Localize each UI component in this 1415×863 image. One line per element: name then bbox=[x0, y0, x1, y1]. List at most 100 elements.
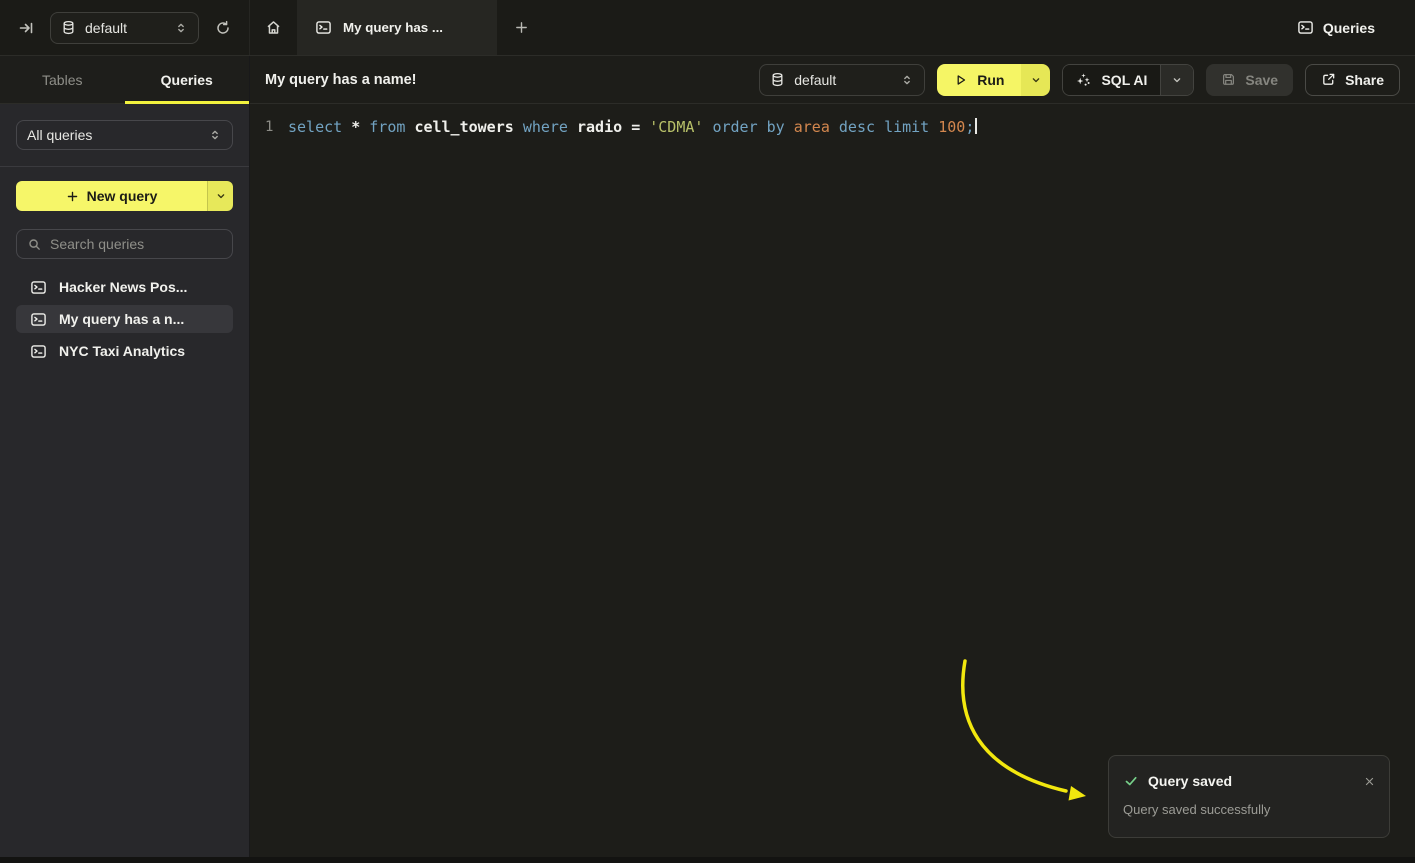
chevron-down-icon bbox=[1030, 74, 1042, 86]
query-list-item[interactable]: Hacker News Pos... bbox=[16, 273, 233, 301]
console-icon bbox=[315, 19, 332, 36]
sql-ai-button[interactable]: SQL AI bbox=[1063, 65, 1160, 95]
close-icon bbox=[1364, 776, 1375, 787]
share-button-label: Share bbox=[1345, 72, 1384, 88]
database-selector[interactable]: default bbox=[50, 12, 199, 44]
toast-title: Query saved bbox=[1148, 773, 1232, 789]
window-bottom-edge bbox=[0, 857, 1415, 863]
sql-token: select bbox=[288, 118, 351, 136]
home-icon bbox=[265, 19, 282, 36]
play-icon bbox=[954, 73, 968, 87]
sql-token: 'CDMA' bbox=[649, 118, 712, 136]
code-line: 1 select * from cell_towers where radio … bbox=[250, 104, 1415, 137]
sql-ai-dropdown-button[interactable] bbox=[1160, 65, 1193, 95]
query-list-item[interactable]: NYC Taxi Analytics bbox=[16, 337, 233, 365]
search-queries-input[interactable] bbox=[50, 236, 231, 252]
console-icon bbox=[30, 279, 47, 296]
new-query-dropdown-button[interactable] bbox=[207, 181, 233, 211]
top-bar: default My query has .. bbox=[0, 0, 1415, 56]
sql-ai-label: SQL AI bbox=[1101, 72, 1147, 88]
plus-icon bbox=[66, 190, 79, 203]
editor-header: My query has a name! default bbox=[250, 56, 1415, 104]
tab-my-query[interactable]: My query has ... bbox=[297, 0, 497, 55]
sparkles-icon bbox=[1076, 72, 1092, 88]
database-selector-value: default bbox=[794, 72, 836, 88]
sql-token: radio bbox=[577, 118, 631, 136]
chevron-down-icon bbox=[215, 190, 227, 202]
sql-token: = bbox=[631, 118, 649, 136]
line-number: 1 bbox=[265, 117, 288, 137]
refresh-icon bbox=[215, 20, 231, 36]
run-dropdown-button[interactable] bbox=[1021, 64, 1050, 96]
sql-token: ; bbox=[965, 118, 974, 136]
share-button[interactable]: Share bbox=[1305, 64, 1400, 96]
run-split-button: Run bbox=[937, 64, 1050, 96]
sql-editor[interactable]: 1 select * from cell_towers where radio … bbox=[250, 104, 1415, 863]
main-panel: My query has a name! default bbox=[250, 56, 1415, 863]
floppy-icon bbox=[1221, 72, 1236, 87]
check-icon bbox=[1123, 773, 1139, 789]
refresh-button[interactable] bbox=[209, 14, 237, 42]
sidebar-body: All queries New query bbox=[0, 104, 249, 365]
tab-strip: My query has ... bbox=[250, 0, 1297, 55]
console-icon bbox=[30, 311, 47, 328]
sql-token: from bbox=[369, 118, 414, 136]
toast-message: Query saved successfully bbox=[1123, 802, 1375, 817]
query-list: Hacker News Pos... My query has a n... N… bbox=[16, 273, 233, 365]
save-button[interactable]: Save bbox=[1206, 64, 1293, 96]
run-button-label: Run bbox=[977, 72, 1004, 88]
top-bar-left: default bbox=[0, 0, 250, 55]
body: Tables Queries All queries bbox=[0, 56, 1415, 863]
sql-token: desc bbox=[839, 118, 884, 136]
tab-queries-label: Queries bbox=[161, 72, 213, 88]
queries-indicator[interactable]: Queries bbox=[1297, 0, 1415, 55]
query-title: My query has a name! bbox=[265, 72, 417, 88]
collapse-sidebar-icon bbox=[18, 20, 34, 36]
chevron-up-down-icon bbox=[208, 128, 222, 142]
sql-token: by bbox=[767, 118, 794, 136]
query-filter-select[interactable]: All queries bbox=[16, 120, 233, 150]
new-query-split-button: New query bbox=[16, 181, 233, 211]
sidebar: Tables Queries All queries bbox=[0, 56, 250, 863]
tab-tables-label: Tables bbox=[42, 72, 82, 88]
sql-code: select * from cell_towers where radio = … bbox=[288, 117, 977, 137]
editor-header-controls: default Run bbox=[759, 64, 1400, 96]
toast-close-button[interactable] bbox=[1364, 776, 1375, 787]
sql-ai-split-button: SQL AI bbox=[1062, 64, 1194, 96]
home-button[interactable] bbox=[250, 0, 297, 55]
new-query-button[interactable]: New query bbox=[16, 181, 207, 211]
share-icon bbox=[1321, 72, 1336, 87]
console-icon bbox=[1297, 19, 1314, 36]
sql-token: where bbox=[523, 118, 577, 136]
sql-token: cell_towers bbox=[414, 118, 522, 136]
database-selector[interactable]: default bbox=[759, 64, 925, 96]
save-button-label: Save bbox=[1245, 72, 1278, 88]
query-list-item-selected[interactable]: My query has a n... bbox=[16, 305, 233, 333]
chevron-down-icon bbox=[1171, 74, 1183, 86]
collapse-sidebar-button[interactable] bbox=[12, 14, 40, 42]
tab-queries[interactable]: Queries bbox=[125, 56, 250, 103]
query-item-label: Hacker News Pos... bbox=[59, 279, 187, 295]
sidebar-tabs: Tables Queries bbox=[0, 56, 249, 104]
new-tab-button[interactable] bbox=[497, 0, 545, 55]
sql-console-app: default My query has .. bbox=[0, 0, 1415, 863]
database-selector-value: default bbox=[85, 20, 127, 36]
tab-label: My query has ... bbox=[343, 20, 443, 35]
query-item-label: My query has a n... bbox=[59, 311, 184, 327]
database-icon bbox=[770, 72, 785, 87]
search-icon bbox=[27, 237, 42, 252]
console-icon bbox=[30, 343, 47, 360]
chevron-up-down-icon bbox=[174, 21, 188, 35]
sql-token: order bbox=[712, 118, 766, 136]
new-query-label: New query bbox=[87, 188, 158, 204]
text-cursor bbox=[975, 118, 977, 134]
database-icon bbox=[61, 20, 76, 35]
search-queries-box bbox=[16, 229, 233, 259]
run-button[interactable]: Run bbox=[937, 64, 1021, 96]
toast-query-saved: Query saved Query saved successfully bbox=[1108, 755, 1390, 838]
query-filter-value: All queries bbox=[27, 127, 92, 143]
active-tab-underline bbox=[125, 101, 250, 104]
queries-indicator-label: Queries bbox=[1323, 20, 1375, 36]
tab-tables[interactable]: Tables bbox=[0, 56, 125, 103]
sql-token: limit bbox=[884, 118, 938, 136]
